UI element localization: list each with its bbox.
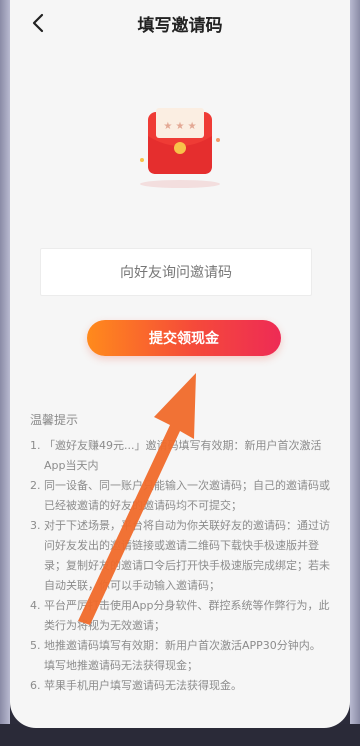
tip-number: 4. [30, 599, 41, 612]
invite-code-input[interactable]: 向好友询问邀请码 [40, 248, 312, 296]
tips-section: 温馨提示 1. 「邀好友赚49元...」邀请码填写有效期：新用户首次激活App当… [30, 410, 330, 696]
tip-text: 地推邀请码填写有效期：新用户首次激活APP30分钟内。填写地推邀请码无法获得现金… [44, 639, 321, 672]
tip-item: 4. 平台严厉打击使用App分身软件、群控系统等作弊行为，此类行为将视为无效邀请… [30, 596, 330, 636]
phone-bezel-right [350, 0, 360, 746]
submit-claim-cash-button[interactable]: 提交领现金 [87, 320, 281, 356]
tips-title: 温馨提示 [30, 413, 79, 427]
top-bar: 填写邀请码 [10, 0, 350, 46]
tip-item: 5. 地推邀请码填写有效期：新用户首次激活APP30分钟内。填写地推邀请码无法获… [30, 636, 330, 676]
svg-text:★ ★ ★: ★ ★ ★ [163, 121, 196, 132]
tip-number: 3. [30, 519, 41, 532]
app-screen: 填写邀请码 ★ ★ ★ 向好友询问邀请码 提交领现金 温馨提示 1. 「邀好友赚… [10, 0, 350, 728]
tip-text: 同一设备、同一账户只能输入一次邀请码；自己的邀请码或已经被邀请的好友的邀请码均不… [44, 479, 330, 512]
tip-item: 2. 同一设备、同一账户只能输入一次邀请码；自己的邀请码或已经被邀请的好友的邀请… [30, 476, 330, 516]
tip-item: 3. 对于下述场景，平台将自动为你关联好友的邀请码：通过访问好友发出的邀请链接或… [30, 516, 330, 596]
tip-item: 6. 苹果手机用户填写邀请码无法获得现金。 [30, 676, 330, 696]
tip-number: 6. [30, 679, 41, 692]
page-title: 填写邀请码 [137, 16, 223, 36]
red-envelope-illustration: ★ ★ ★ [130, 100, 230, 190]
tip-number: 5. [30, 639, 41, 652]
tip-number: 2. [30, 479, 41, 492]
tip-number: 1. [30, 439, 41, 452]
tip-text: 「邀好友赚49元...」邀请码填写有效期：新用户首次激活App当天内 [44, 439, 322, 472]
tip-item: 1. 「邀好友赚49元...」邀请码填写有效期：新用户首次激活App当天内 [30, 436, 330, 476]
tip-text: 苹果手机用户填写邀请码无法获得现金。 [44, 679, 242, 692]
tip-text: 对于下述场景，平台将自动为你关联好友的邀请码：通过访问好友发出的邀请链接或邀请二… [44, 519, 330, 592]
red-envelope-icon: ★ ★ ★ [140, 108, 220, 188]
phone-bezel-left [0, 0, 10, 746]
tip-text: 平台严厉打击使用App分身软件、群控系统等作弊行为，此类行为将视为无效邀请； [44, 599, 330, 632]
